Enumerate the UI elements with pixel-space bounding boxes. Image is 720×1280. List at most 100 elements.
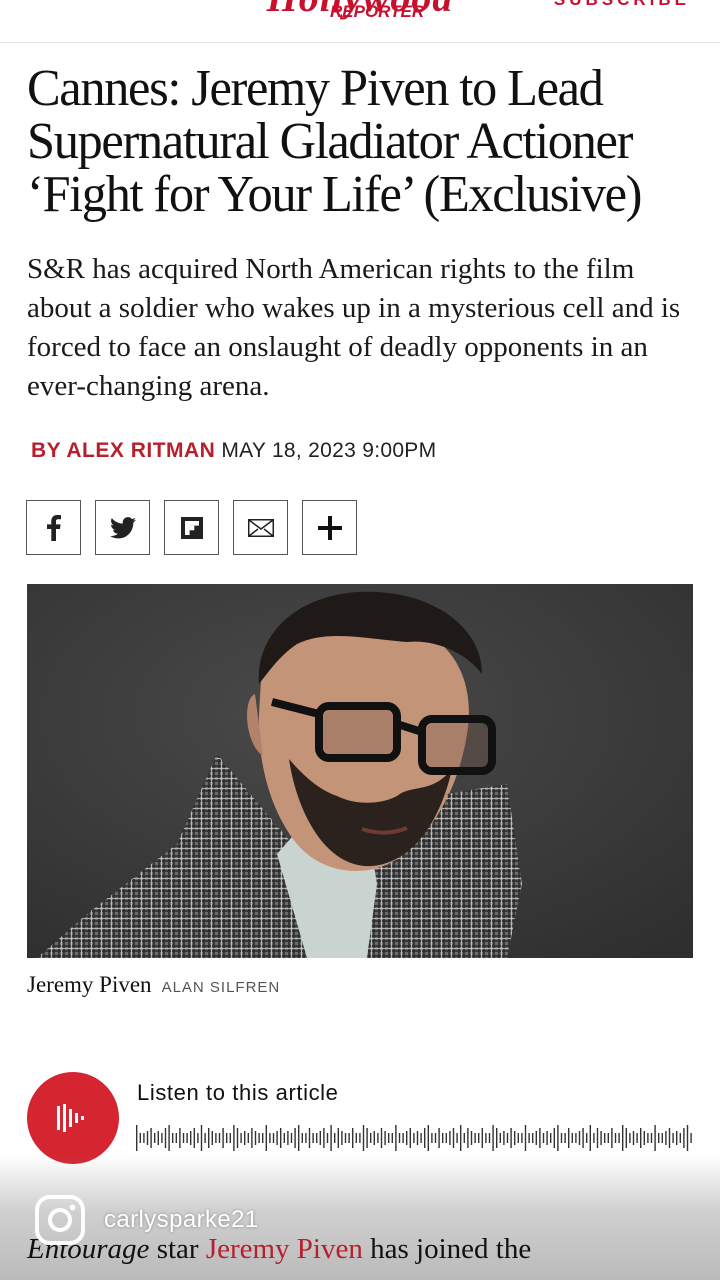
body-link-jeremy-piven[interactable]: Jeremy Piven bbox=[206, 1233, 363, 1265]
photo-caption: Jeremy Piven ALAN SILFREN bbox=[27, 972, 280, 998]
waveform-bar bbox=[550, 1133, 552, 1143]
share-more-button[interactable] bbox=[302, 500, 357, 555]
share-twitter-button[interactable] bbox=[95, 500, 150, 555]
waveform-bar bbox=[157, 1131, 159, 1145]
waveform-bar bbox=[395, 1125, 397, 1151]
waveform-bar bbox=[301, 1133, 303, 1143]
byline-author[interactable]: BY ALEX RITMAN bbox=[31, 439, 215, 462]
waveform-bar bbox=[514, 1131, 516, 1145]
waveform-bar bbox=[258, 1133, 260, 1143]
site-logo[interactable]: Hollywood REPORTER bbox=[240, 0, 480, 40]
waveform-bar bbox=[247, 1133, 249, 1143]
waveform-bar bbox=[341, 1131, 343, 1145]
waveform-bar bbox=[330, 1125, 332, 1151]
plus-icon bbox=[317, 515, 342, 540]
waveform-bar bbox=[344, 1133, 347, 1143]
waveform-bar bbox=[362, 1125, 365, 1151]
waveform-bar bbox=[690, 1133, 692, 1143]
waveform-bar bbox=[370, 1133, 372, 1143]
waveform-bar bbox=[427, 1125, 429, 1151]
waveform-bar bbox=[661, 1133, 663, 1143]
waveform-bar bbox=[305, 1133, 307, 1143]
email-icon bbox=[247, 518, 274, 537]
audio-waveform[interactable] bbox=[136, 1123, 694, 1153]
waveform-bar bbox=[215, 1133, 217, 1143]
waveform-bar bbox=[456, 1133, 458, 1143]
subscribe-link[interactable]: SUBSCRIBE bbox=[554, 0, 690, 10]
waveform-bar bbox=[416, 1131, 419, 1145]
waveform-bar bbox=[388, 1133, 390, 1143]
waveform-bar bbox=[233, 1125, 235, 1151]
waveform-bar bbox=[164, 1128, 167, 1148]
waveform-bar bbox=[521, 1133, 523, 1143]
waveform-bar bbox=[402, 1133, 404, 1143]
waveform-bar bbox=[326, 1133, 329, 1143]
waveform-bar bbox=[618, 1133, 620, 1143]
waveform-bar bbox=[647, 1133, 649, 1143]
waveform-bar bbox=[679, 1133, 681, 1143]
waveform-bar bbox=[136, 1125, 138, 1151]
waveform-bar bbox=[154, 1133, 156, 1143]
waveform-bar bbox=[625, 1128, 627, 1148]
waveform-bar bbox=[308, 1128, 311, 1148]
byline-date: MAY 18, 2023 9:00PM bbox=[221, 439, 437, 462]
waveform-bar bbox=[186, 1133, 188, 1143]
share-flipboard-button[interactable] bbox=[164, 500, 219, 555]
waveform-bar bbox=[478, 1133, 480, 1143]
waveform-bar bbox=[571, 1133, 573, 1143]
waveform-bar bbox=[294, 1128, 296, 1148]
waveform-bar bbox=[611, 1128, 613, 1148]
waveform-bar bbox=[150, 1128, 152, 1148]
waveform-bar bbox=[596, 1128, 599, 1148]
article-headline: Cannes: Jeremy Piven to Lead Supernatura… bbox=[27, 60, 642, 223]
hamburger-menu-icon[interactable] bbox=[28, 0, 60, 6]
waveform-bar bbox=[193, 1128, 195, 1148]
waveform-bar bbox=[373, 1131, 375, 1145]
waveform-bar bbox=[607, 1133, 609, 1143]
waveform-bar bbox=[442, 1133, 444, 1143]
waveform-bar bbox=[593, 1133, 595, 1143]
waveform-bar bbox=[686, 1125, 689, 1151]
instagram-icon[interactable] bbox=[34, 1194, 86, 1246]
waveform-bar bbox=[179, 1128, 181, 1148]
waveform-bar bbox=[622, 1125, 624, 1151]
listen-label: Listen to this article bbox=[137, 1080, 339, 1105]
waveform-bar bbox=[323, 1128, 325, 1148]
waveform-bar bbox=[654, 1125, 656, 1151]
facebook-icon bbox=[46, 514, 61, 541]
waveform-bar bbox=[650, 1133, 653, 1143]
waveform-bar bbox=[676, 1131, 678, 1145]
waveform-bar bbox=[582, 1128, 584, 1148]
waveform-bar bbox=[226, 1133, 228, 1143]
waveform-bar bbox=[200, 1125, 203, 1151]
audio-play-button[interactable] bbox=[27, 1072, 119, 1164]
waveform-bar bbox=[496, 1128, 498, 1148]
instagram-username[interactable]: carlysparke21 bbox=[104, 1206, 259, 1234]
waveform-bar bbox=[276, 1131, 278, 1145]
flipboard-icon bbox=[180, 516, 203, 539]
waveform-bar bbox=[355, 1133, 357, 1143]
waveform-bar bbox=[269, 1133, 271, 1143]
caption-name: Jeremy Piven bbox=[27, 972, 152, 997]
waveform-bar bbox=[528, 1133, 530, 1143]
waveform-bar bbox=[553, 1128, 555, 1148]
waveform-bar bbox=[272, 1133, 275, 1143]
waveform-bar bbox=[449, 1131, 451, 1145]
waveform-bar bbox=[316, 1133, 318, 1143]
waveform-bar bbox=[614, 1133, 617, 1143]
waveform-bar bbox=[420, 1133, 422, 1143]
share-email-button[interactable] bbox=[233, 500, 288, 555]
waveform-bar bbox=[672, 1133, 674, 1143]
body-text-2: has joined the bbox=[362, 1233, 532, 1265]
waveform-bar bbox=[560, 1133, 563, 1143]
waveform-bar bbox=[604, 1133, 606, 1143]
waveform-bar bbox=[568, 1128, 570, 1148]
waveform-bar bbox=[391, 1133, 393, 1143]
waveform-bar bbox=[334, 1133, 336, 1143]
waveform-bar bbox=[636, 1133, 638, 1143]
waveform-bar bbox=[665, 1131, 667, 1145]
waveform-bar bbox=[280, 1128, 282, 1148]
share-facebook-button[interactable] bbox=[26, 500, 81, 555]
waveform-bar bbox=[499, 1133, 501, 1143]
waveform-bar bbox=[143, 1133, 145, 1143]
